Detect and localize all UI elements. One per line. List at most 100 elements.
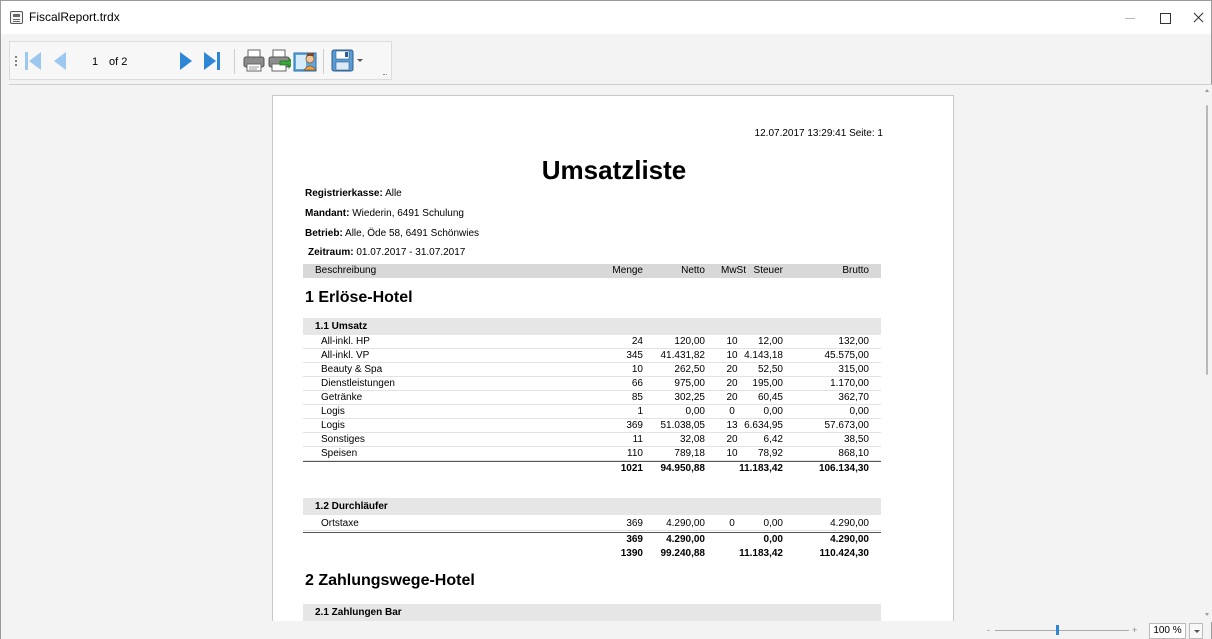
table-row: Logis 1 0,00 0 0,00 0,00 — [303, 405, 881, 419]
zoom-dropdown-button[interactable] — [1189, 623, 1203, 639]
save-icon — [331, 49, 354, 72]
previous-page-button[interactable] — [54, 52, 68, 70]
title-bar: FiscalReport.trdx — [1, 1, 1211, 34]
cell-tax: 6,42 — [763, 434, 783, 445]
cell-vat: 20 — [726, 392, 738, 403]
cell-description: Logis — [321, 406, 345, 417]
scroll-down-arrow-icon[interactable] — [1205, 613, 1209, 616]
print-timestamp: 12.07.2017 13:29:41 Seite: 1 — [754, 128, 883, 139]
printer-icon — [243, 49, 265, 72]
cell-description: Speisen — [321, 448, 358, 459]
cell-vat: 13 — [726, 420, 738, 431]
cell-gross: 45.575,00 — [824, 350, 870, 361]
cell-vat: 10 — [726, 336, 738, 347]
meta-register: Registrierkasse: Alle — [305, 188, 402, 199]
zoom-slider-thumb[interactable] — [1055, 625, 1059, 635]
cell-tax: 78,92 — [757, 448, 783, 459]
meta-business: Betrieb: Alle, Öde 58, 6491 Schönwies — [305, 228, 480, 239]
print-preview-button[interactable] — [267, 48, 294, 77]
cell-description: All-inkl. HP — [321, 336, 370, 347]
meta-client: Mandant: Wiederin, 6491 Schulung — [305, 208, 464, 219]
table-row: Dienstleistungen 66 975,00 20 195,00 1.170,00 — [303, 377, 881, 391]
export-dropdown-button[interactable] — [357, 57, 365, 65]
cell-vat: 20 — [726, 364, 738, 375]
cell-tax: 11.183,42 — [739, 548, 783, 559]
cell-quantity: 66 — [631, 378, 643, 389]
cell-gross: 38,50 — [843, 434, 869, 445]
subsection-header: 1.2 Durchläufer — [303, 498, 881, 515]
zoom-out-button[interactable]: - — [987, 625, 990, 635]
cell-gross: 362,70 — [838, 392, 869, 403]
cell-net: 789,18 — [674, 448, 705, 459]
zoom-level-field[interactable]: 100 % — [1149, 623, 1186, 639]
column-header: Beschreibung — [315, 265, 377, 276]
report-page: 12.07.2017 13:29:41 Seite: 1 Umsatzliste… — [272, 95, 954, 622]
cell-gross: 132,00 — [838, 336, 869, 347]
first-page-button[interactable] — [25, 52, 43, 70]
column-header: Netto — [681, 265, 705, 276]
section-title: 2 Zahlungswege-Hotel — [305, 572, 475, 589]
page-count-label: of 2 — [109, 56, 128, 68]
subsection-total-row: 1021 94.950,88 11.183,42 106.134,30 — [303, 461, 881, 475]
page-setup-icon — [293, 52, 317, 72]
cell-net: 94.950,88 — [660, 463, 706, 474]
section-total-row: 1390 99.240,88 11.183,42 110.424,30 — [303, 547, 881, 561]
current-page-field[interactable]: 1 — [92, 56, 98, 68]
table-row: Speisen 110 789,18 10 78,92 868,10 — [303, 447, 881, 461]
cell-quantity: 110 — [627, 448, 643, 459]
table-row: Getränke 85 302,25 20 60,45 362,70 — [303, 391, 881, 405]
status-bar: - + 100 % — [1, 621, 1211, 639]
table-row: All-inkl. HP 24 120,00 10 12,00 132,00 — [303, 335, 881, 349]
cell-vat: 0 — [729, 518, 735, 529]
cell-quantity: 369 — [626, 534, 643, 545]
subsection-header: 2.1 Zahlungen Bar — [303, 604, 881, 621]
print-preview-icon — [268, 49, 294, 72]
cell-quantity: 1021 — [620, 463, 643, 474]
column-header: Steuer — [753, 265, 783, 276]
toolbar-grip[interactable] — [15, 55, 17, 67]
cell-gross: 1.170,00 — [830, 378, 869, 389]
cell-quantity: 85 — [631, 392, 643, 403]
cell-vat: 10 — [726, 448, 738, 459]
cell-quantity: 11 — [632, 434, 643, 445]
export-save-button[interactable] — [331, 48, 355, 77]
close-button[interactable] — [1176, 1, 1212, 34]
table-row: Logis 369 51.038,05 13 6.634,95 57.673,00 — [303, 419, 881, 433]
cell-tax: 0,00 — [763, 518, 783, 529]
cell-gross: 4.290,00 — [830, 534, 869, 545]
vertical-scrollbar[interactable] — [1202, 85, 1212, 622]
cell-description: All-inkl. VP — [321, 350, 370, 361]
report-viewer-area[interactable]: 12.07.2017 13:29:41 Seite: 1 Umsatzliste… — [9, 84, 1212, 622]
cell-tax: 195,00 — [752, 378, 783, 389]
column-header: Brutto — [842, 265, 869, 276]
report-viewer-window: FiscalReport.trdx 1 of 2 12.07.2017 13:2… — [0, 0, 1212, 639]
cell-net: 120,00 — [674, 336, 705, 347]
window-title: FiscalReport.trdx — [29, 10, 120, 24]
subsection-total-row: 369 4.290,00 0,00 4.290,00 — [303, 532, 881, 546]
section-title: 1 Erlöse-Hotel — [305, 289, 413, 306]
cell-net: 32,08 — [679, 434, 705, 445]
cell-net: 51.038,05 — [660, 420, 706, 431]
cell-quantity: 24 — [631, 336, 643, 347]
subsection-header: 1.1 Umsatz — [303, 318, 881, 335]
print-button[interactable] — [242, 48, 266, 77]
cell-vat: 20 — [726, 434, 738, 445]
page-setup-button[interactable] — [293, 48, 319, 77]
scroll-up-arrow-icon[interactable] — [1205, 89, 1209, 92]
last-page-button[interactable] — [204, 52, 222, 70]
cell-net: 302,25 — [674, 392, 705, 403]
next-page-button[interactable] — [180, 52, 194, 70]
cell-tax: 60,45 — [757, 392, 783, 403]
cell-tax: 0,00 — [763, 534, 783, 545]
column-header: MwSt — [721, 265, 746, 276]
cell-description: Dienstleistungen — [321, 378, 395, 389]
zoom-slider-track[interactable] — [995, 630, 1129, 631]
cell-quantity: 10 — [631, 364, 643, 375]
cell-gross: 106.134,30 — [818, 463, 869, 474]
cell-description: Sonstiges — [321, 434, 365, 445]
cell-vat: 10 — [726, 350, 738, 361]
cell-net: 4.290,00 — [666, 518, 705, 529]
scrollbar-thumb[interactable] — [1206, 105, 1208, 375]
zoom-in-button[interactable]: + — [1132, 625, 1137, 635]
toolbar-overflow-icon[interactable] — [383, 74, 387, 76]
